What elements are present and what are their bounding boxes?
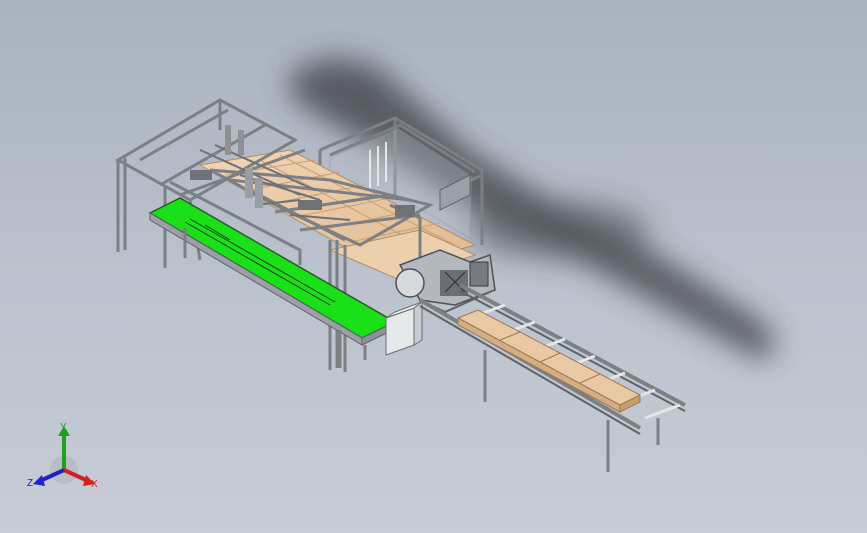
motor-box <box>385 301 423 356</box>
view-triad: Y X Z <box>27 422 98 490</box>
x-axis-label: X <box>91 479 98 490</box>
y-axis-label: Y <box>60 422 67 433</box>
assembly-model-view[interactable]: Y X Z <box>0 0 867 533</box>
z-axis-label: Z <box>27 478 33 489</box>
cad-viewport[interactable]: Y X Z <box>0 0 867 533</box>
